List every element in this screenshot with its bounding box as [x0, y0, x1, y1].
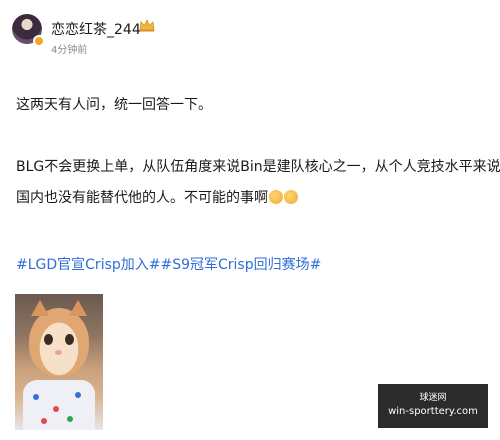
post-image[interactable] [15, 294, 103, 430]
post-text-line: 这两天有人问，统一回答一下。 [16, 97, 212, 113]
watermark: 球迷网 win-sporttery.com [378, 384, 488, 428]
cat-shirt [23, 380, 95, 430]
cat-nose [55, 350, 62, 355]
cat-eye [65, 334, 74, 345]
post-text-line: BLG不会更换上单，从队伍角度来说Bin是建队核心之一，从个人竞技水平来说， [16, 159, 500, 175]
post-timestamp: 4分钟前 [51, 45, 88, 56]
watermark-title: 球迷网 [419, 393, 447, 403]
dizzy-face-emoji-icon [284, 190, 298, 204]
crown-icon [139, 19, 155, 32]
cat-ear [69, 300, 87, 316]
hashtag-links[interactable]: #LGD官宣Crisp加入##S9冠军Crisp回归赛场# [16, 254, 321, 274]
post-header: 恋恋红茶_244 4分钟前 [12, 14, 312, 66]
dizzy-face-emoji-icon [269, 190, 283, 204]
cat-face [29, 308, 89, 376]
watermark-url: win-sporttery.com [388, 406, 478, 417]
post-text-segment: 国内也没有能替代他的人。不可能的事啊 [16, 190, 268, 206]
cat-ear [31, 300, 49, 316]
weibo-post: 恋恋红茶_244 4分钟前 这两天有人问，统一回答一下。 BLG不会更换上单，从… [0, 0, 500, 440]
post-text-line: 国内也没有能替代他的人。不可能的事啊 [16, 185, 298, 211]
verified-badge-icon [33, 35, 45, 47]
username[interactable]: 恋恋红茶_244 [51, 19, 141, 39]
cat-eye [44, 334, 53, 345]
